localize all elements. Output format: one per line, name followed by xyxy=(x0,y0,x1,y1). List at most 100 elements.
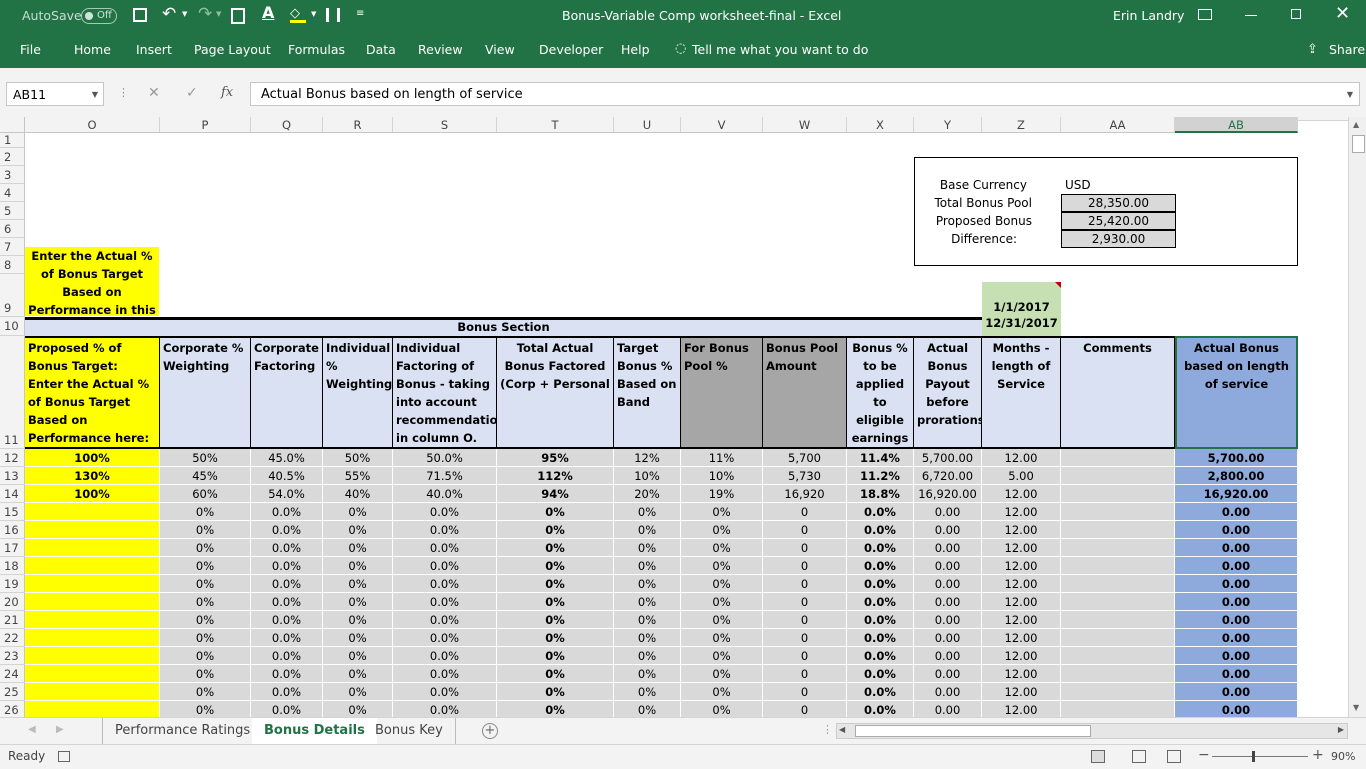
table-cell[interactable]: 11.2% xyxy=(847,467,914,485)
table-cell[interactable]: 0% xyxy=(497,575,614,593)
font-color-icon[interactable]: A xyxy=(262,3,274,22)
share-button[interactable]: Share xyxy=(1329,42,1365,57)
table-cell[interactable]: 11% xyxy=(681,449,763,467)
table-cell[interactable]: 0.00 xyxy=(1175,611,1298,629)
spreadsheet-grid[interactable]: O P Q R S T U V W X Y Z AA AB 1 2 3 4 5 6 7 8 9 10 11 12 13 14 15 16… xyxy=(0,117,1348,717)
table-cell[interactable]: 0% xyxy=(323,593,393,611)
base-currency-value[interactable]: USD xyxy=(1065,178,1091,192)
table-cell[interactable] xyxy=(1061,665,1175,683)
table-cell[interactable]: 94% xyxy=(497,485,614,503)
table-cell[interactable]: 0.0% xyxy=(251,647,323,665)
vertical-scrollbar[interactable]: ▲ ▼ xyxy=(1348,117,1366,717)
table-cell[interactable]: 0.00 xyxy=(1175,683,1298,701)
table-cell[interactable]: 0.0% xyxy=(393,611,497,629)
table-cell[interactable]: 0.0% xyxy=(847,557,914,575)
table-cell[interactable] xyxy=(25,629,160,647)
table-cell[interactable]: 0.0% xyxy=(393,503,497,521)
table-cell[interactable]: 0.0% xyxy=(393,701,497,717)
column-header-t[interactable]: T xyxy=(497,117,614,133)
table-cell[interactable]: 0% xyxy=(681,701,763,717)
table-cell[interactable]: 0.00 xyxy=(1175,557,1298,575)
table-cell[interactable]: 0.0% xyxy=(847,701,914,717)
table-cell[interactable]: 0% xyxy=(160,539,251,557)
table-cell[interactable]: 0.00 xyxy=(1175,521,1298,539)
table-cell[interactable] xyxy=(1061,593,1175,611)
print-preview-icon[interactable] xyxy=(231,8,245,24)
table-cell[interactable]: 16,920 xyxy=(763,485,847,503)
table-cell[interactable]: 0.00 xyxy=(914,557,982,575)
customize-toolbar-icon[interactable]: ≡ xyxy=(356,8,364,19)
table-cell[interactable]: 16,920.00 xyxy=(1175,485,1298,503)
table-cell[interactable]: 5.00 xyxy=(982,467,1061,485)
table-cell[interactable]: 0% xyxy=(681,539,763,557)
table-cell[interactable] xyxy=(1061,485,1175,503)
table-cell[interactable] xyxy=(25,611,160,629)
table-cell[interactable]: 0.0% xyxy=(251,539,323,557)
column-header-p[interactable]: P xyxy=(160,117,251,133)
table-cell[interactable]: 0.0% xyxy=(393,593,497,611)
table-cell[interactable]: 100% xyxy=(25,449,160,467)
table-cell[interactable]: 55% xyxy=(323,467,393,485)
page-layout-view-icon[interactable] xyxy=(1132,750,1146,763)
add-sheet-icon[interactable]: + xyxy=(482,723,498,739)
table-cell[interactable]: 12.00 xyxy=(982,683,1061,701)
table-cell[interactable]: 60% xyxy=(160,485,251,503)
table-cell[interactable]: 0% xyxy=(614,557,681,575)
row-header-11[interactable]: 11 xyxy=(0,336,25,449)
table-cell[interactable]: 0.00 xyxy=(1175,701,1298,717)
row-header-4[interactable]: 4 xyxy=(0,184,25,202)
table-cell[interactable]: 0.0% xyxy=(847,503,914,521)
sheet-tab-bonus-key[interactable]: Bonus Key xyxy=(363,718,456,744)
table-cell[interactable]: 0 xyxy=(763,521,847,539)
table-cell[interactable]: 0% xyxy=(681,629,763,647)
table-cell[interactable]: 0 xyxy=(763,503,847,521)
scroll-left-icon[interactable]: ◀ xyxy=(839,725,845,734)
table-cell[interactable] xyxy=(1061,629,1175,647)
table-cell[interactable]: 0% xyxy=(614,611,681,629)
instruction-cell[interactable]: Enter the Actual % of Bonus Target Based… xyxy=(25,247,159,335)
table-cell[interactable]: 0.0% xyxy=(847,521,914,539)
table-cell[interactable]: 0 xyxy=(763,593,847,611)
table-cell[interactable]: 0% xyxy=(160,665,251,683)
table-cell[interactable]: 0.0% xyxy=(251,629,323,647)
table-cell[interactable]: 0.0% xyxy=(251,575,323,593)
zoom-slider-thumb[interactable] xyxy=(1252,751,1255,762)
row-header-9[interactable]: 9 xyxy=(0,274,25,317)
table-cell[interactable]: 0% xyxy=(160,593,251,611)
chevron-down-icon[interactable]: ▼ xyxy=(92,83,98,107)
table-cell[interactable]: 0% xyxy=(323,575,393,593)
table-cell[interactable]: 0.0% xyxy=(393,539,497,557)
table-cell[interactable]: 0 xyxy=(763,665,847,683)
table-cell[interactable]: 54.0% xyxy=(251,485,323,503)
table-cell[interactable]: 0.0% xyxy=(847,593,914,611)
table-cell[interactable]: 100% xyxy=(25,485,160,503)
table-cell[interactable] xyxy=(25,701,160,717)
zoom-slider[interactable] xyxy=(1212,756,1308,757)
enter-icon[interactable]: ✓ xyxy=(186,85,198,101)
table-cell[interactable]: 0.0% xyxy=(251,611,323,629)
page-break-view-icon[interactable] xyxy=(1167,750,1181,763)
table-cell[interactable]: 12% xyxy=(614,449,681,467)
table-cell[interactable]: 130% xyxy=(25,467,160,485)
prev-sheet-icon[interactable]: ◀ xyxy=(28,724,36,735)
table-cell[interactable]: 0.00 xyxy=(914,593,982,611)
undo-icon[interactable]: ↶ xyxy=(162,4,176,24)
column-header-r[interactable]: R xyxy=(323,117,393,133)
table-cell[interactable]: 0% xyxy=(160,701,251,717)
table-cell[interactable]: 0.0% xyxy=(251,557,323,575)
total-pool-value[interactable]: 28,350.00 xyxy=(1061,194,1176,212)
table-cell[interactable]: 0.00 xyxy=(1175,575,1298,593)
select-all-corner[interactable] xyxy=(0,117,25,133)
table-cell[interactable]: 0.00 xyxy=(914,575,982,593)
table-cell[interactable]: 0% xyxy=(681,503,763,521)
restore-icon[interactable] xyxy=(1291,9,1301,19)
row-header-5[interactable]: 5 xyxy=(0,202,25,220)
fill-color-icon[interactable]: ◇ xyxy=(290,6,306,23)
table-cell[interactable]: 0% xyxy=(681,575,763,593)
table-cell[interactable]: 0.0% xyxy=(251,701,323,717)
column-header-x[interactable]: X xyxy=(847,117,914,133)
table-cell[interactable]: 50.0% xyxy=(393,449,497,467)
autosave-toggle[interactable]: Off xyxy=(81,8,117,24)
table-cell[interactable]: 0% xyxy=(681,647,763,665)
table-cell[interactable] xyxy=(25,503,160,521)
